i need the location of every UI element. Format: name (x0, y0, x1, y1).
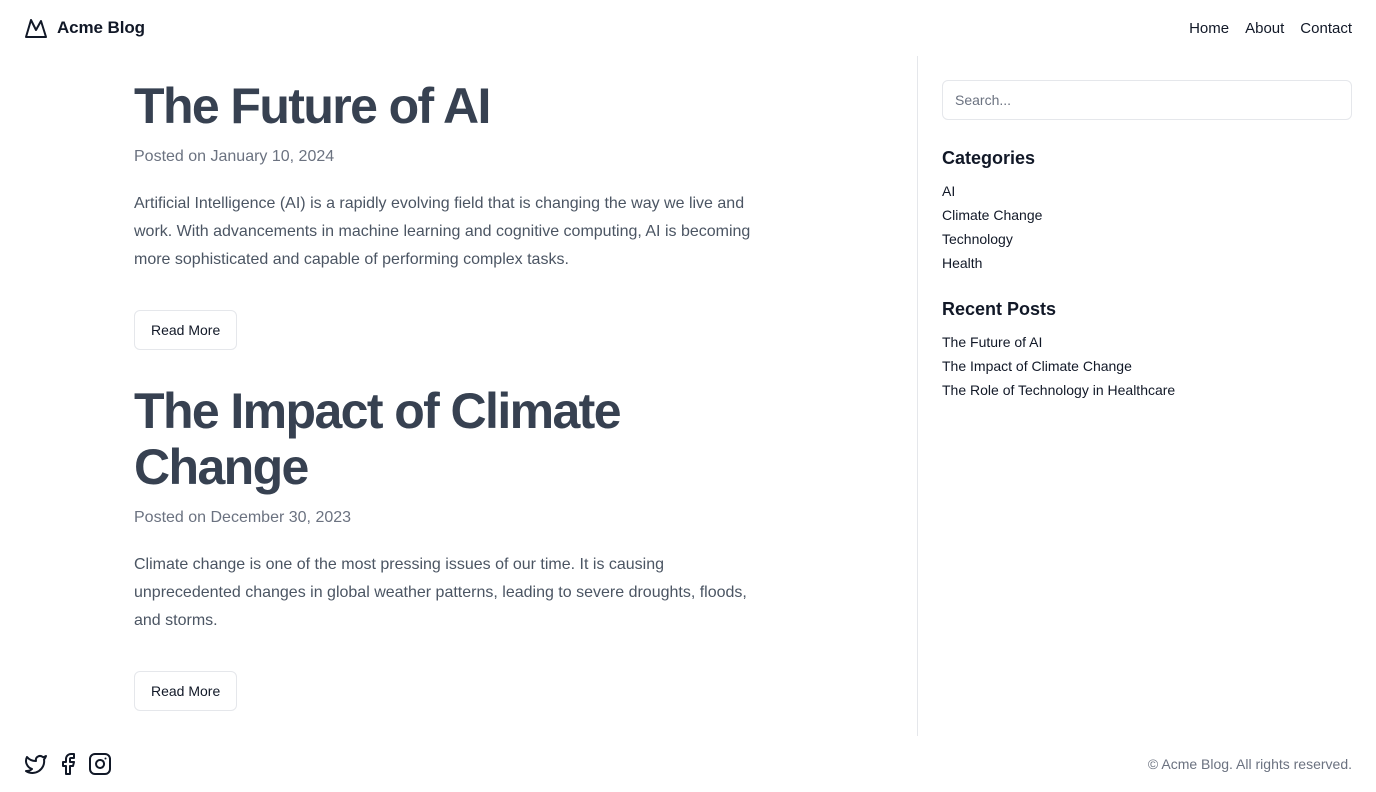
post-card: The Impact of Climate Change Posted on D… (134, 383, 774, 711)
post-list: The Future of AI Posted on January 10, 2… (134, 78, 774, 744)
category-link-ai[interactable]: AI (942, 183, 955, 199)
recent-post-link[interactable]: The Impact of Climate Change (942, 358, 1132, 374)
post-title: The Impact of Climate Change (134, 383, 622, 495)
recent-post-link[interactable]: The Future of AI (942, 334, 1042, 350)
social-links (24, 752, 112, 776)
category-link-health[interactable]: Health (942, 255, 982, 271)
recent-posts-heading: Recent Posts (942, 299, 1057, 319)
nav-about[interactable]: About (1245, 20, 1284, 37)
recent-post-link[interactable]: The Role of Technology in Healthcare (942, 382, 1175, 398)
list-item: Technology (942, 227, 1352, 251)
post-date: Posted on December 30, 2023 (134, 509, 352, 526)
post-card: The Future of AI Posted on January 10, 2… (134, 78, 774, 350)
sidebar: Categories AI Climate Change Technology … (942, 80, 1352, 402)
site-header: Acme Blog Home About Contact (0, 0, 1376, 56)
list-item: Health (942, 251, 1352, 275)
twitter-icon[interactable] (24, 752, 48, 776)
list-item: The Role of Technology in Healthcare (942, 378, 1352, 402)
post-title: The Future of AI (134, 78, 491, 134)
post-date: Posted on January 10, 2024 (134, 148, 335, 165)
main-nav: Home About Contact (1189, 20, 1352, 37)
categories-list: AI Climate Change Technology Health (942, 179, 1352, 275)
site-footer: © Acme Blog. All rights reserved. (0, 736, 1376, 792)
list-item: AI (942, 179, 1352, 203)
post-excerpt: Artificial Intelligence (AI) is a rapidl… (134, 195, 751, 268)
nav-contact[interactable]: Contact (1300, 20, 1352, 37)
brand-name: Acme Blog (57, 18, 145, 37)
recent-posts-list: The Future of AI The Impact of Climate C… (942, 330, 1352, 402)
sidebar-divider (917, 56, 918, 736)
read-more-button[interactable]: Read More (134, 310, 238, 350)
post-excerpt: Climate change is one of the most pressi… (134, 556, 747, 629)
categories-heading: Categories (942, 148, 1036, 168)
list-item: The Impact of Climate Change (942, 354, 1352, 378)
category-link-technology[interactable]: Technology (942, 231, 1013, 247)
facebook-icon[interactable] (56, 752, 80, 776)
copyright-text: © Acme Blog. All rights reserved. (1147, 756, 1352, 772)
nav-home[interactable]: Home (1189, 20, 1229, 37)
category-link-climate-change[interactable]: Climate Change (942, 207, 1042, 223)
list-item: Climate Change (942, 203, 1352, 227)
search-input[interactable] (942, 80, 1352, 120)
instagram-icon[interactable] (88, 752, 112, 776)
brand-link[interactable]: Acme Blog (24, 16, 145, 40)
list-item: The Future of AI (942, 330, 1352, 354)
mountain-icon (24, 16, 48, 40)
read-more-button[interactable]: Read More (134, 671, 238, 711)
